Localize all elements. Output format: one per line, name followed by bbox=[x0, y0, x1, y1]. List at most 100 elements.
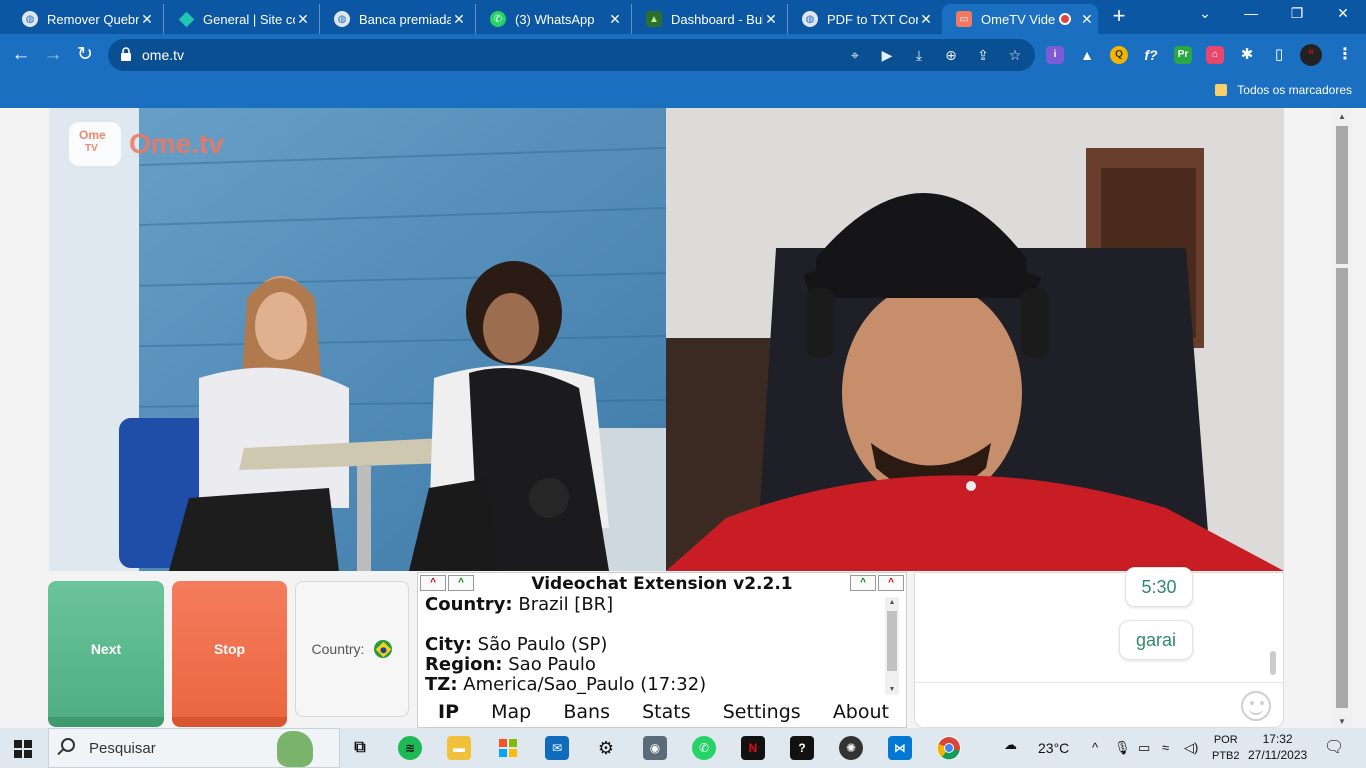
side-panel-icon[interactable]: ▯ bbox=[1270, 46, 1288, 64]
url-text[interactable]: ome.tv bbox=[142, 47, 184, 63]
battery-icon[interactable]: ▭ bbox=[1138, 740, 1150, 756]
restore-icon[interactable]: ❐ bbox=[1274, 5, 1320, 22]
whatsapp-icon[interactable]: ✆ bbox=[692, 736, 716, 760]
browser-tab[interactable]: ✆ (3) WhatsApp ✕ bbox=[476, 4, 632, 34]
browser-tab[interactable]: General | Site co ✕ bbox=[164, 4, 320, 34]
chat-input[interactable] bbox=[915, 682, 1283, 728]
scroll-down-icon[interactable]: ▼ bbox=[885, 686, 899, 693]
close-tab-icon[interactable]: ✕ bbox=[607, 11, 623, 28]
close-tab-icon[interactable]: ✕ bbox=[139, 11, 155, 28]
wifi-icon[interactable]: ≈ bbox=[1162, 740, 1169, 755]
folder-icon bbox=[1215, 84, 1228, 96]
close-tab-icon[interactable]: ✕ bbox=[451, 11, 467, 28]
extension-triangle-icon[interactable]: ▲ bbox=[1078, 46, 1096, 64]
browser-tab[interactable]: ◍ Remover Quebra ✕ bbox=[8, 4, 164, 34]
location-icon[interactable]: ⌖ bbox=[846, 46, 864, 64]
close-tab-icon[interactable]: ✕ bbox=[763, 11, 779, 28]
globe-icon: ◍ bbox=[22, 11, 38, 27]
zoom-icon[interactable]: ⊕ bbox=[942, 46, 960, 64]
microphone-icon[interactable]: 🎙 bbox=[1114, 740, 1131, 756]
windows-start-icon[interactable] bbox=[14, 740, 32, 758]
menu-icon[interactable]: ⋮ bbox=[1336, 46, 1354, 64]
browser-tab-active[interactable]: ▭ OmeTV Vide ✕ bbox=[942, 4, 1098, 34]
address-bar[interactable]: ome.tv ⌖ ▶ ⤓ ⊕ ⇪ ☆ bbox=[108, 39, 1035, 71]
extension-pr-icon[interactable]: Pr bbox=[1174, 46, 1192, 64]
minimize-icon[interactable]: — bbox=[1228, 5, 1274, 21]
language-indicator[interactable]: POR PTB2 bbox=[1212, 732, 1240, 764]
country-selector[interactable]: Country: bbox=[295, 581, 409, 717]
browser-toolbar: ← → ↻ ome.tv ⌖ ▶ ⤓ ⊕ ⇪ ☆ i ▲ Q f? Pr ⌂ ✱… bbox=[0, 34, 1366, 76]
chat-message: garai bbox=[1119, 620, 1193, 660]
scroll-up-icon[interactable]: ▲ bbox=[1332, 112, 1352, 121]
scroll-up-icon[interactable]: ▲ bbox=[885, 599, 899, 606]
volume-icon[interactable]: ◁) bbox=[1184, 740, 1198, 756]
ometv-icon: ▭ bbox=[956, 11, 972, 27]
browser-tab[interactable]: ◍ PDF to TXT Conv ✕ bbox=[788, 4, 942, 34]
vscode-icon[interactable]: ⋈ bbox=[888, 736, 912, 760]
new-tab-button[interactable]: + bbox=[1108, 5, 1130, 28]
chrome-icon[interactable] bbox=[937, 736, 961, 760]
info-line-city: City: São Paulo (SP) bbox=[425, 634, 608, 655]
close-tab-icon[interactable]: ✕ bbox=[1081, 11, 1093, 28]
profile-avatar[interactable]: N bbox=[1300, 44, 1322, 66]
file-explorer-icon[interactable]: ▬ bbox=[447, 736, 471, 760]
extensions-puzzle-icon[interactable]: ✱ bbox=[1238, 46, 1256, 64]
scroll-down-icon[interactable]: ▼ bbox=[1332, 717, 1352, 726]
extension-scrollbar[interactable]: ▲ ▼ bbox=[885, 597, 899, 695]
extension-formula-icon[interactable]: f? bbox=[1142, 46, 1160, 64]
show-hidden-icons-icon[interactable]: ^ bbox=[1092, 740, 1098, 755]
bookmarks-folder[interactable]: Todos os marcadores bbox=[1215, 83, 1352, 97]
spotify-icon[interactable]: ≋ bbox=[398, 736, 422, 760]
videochat-extension-panel: ^ ^ Videochat Extension v2.2.1 ^ ^ Count… bbox=[417, 572, 907, 728]
install-icon[interactable]: ⤓ bbox=[910, 46, 928, 64]
emoji-icon[interactable] bbox=[1241, 691, 1271, 721]
expand-up-red-button[interactable]: ^ bbox=[878, 575, 904, 591]
share-icon[interactable]: ⇪ bbox=[974, 46, 992, 64]
clock[interactable]: 17:32 27/11/2023 bbox=[1248, 731, 1307, 763]
camera-app-icon[interactable]: ◉ bbox=[643, 736, 667, 760]
country-label: Country: bbox=[311, 641, 365, 657]
tab-bans[interactable]: Bans bbox=[563, 701, 610, 727]
next-button[interactable]: Next bbox=[48, 581, 164, 727]
extension-pink-icon[interactable]: ⌂ bbox=[1206, 46, 1224, 64]
close-window-icon[interactable]: ✕ bbox=[1320, 5, 1366, 22]
globe-icon: ◍ bbox=[802, 11, 818, 27]
weather-temp[interactable]: 23°C bbox=[1038, 740, 1069, 756]
tab-about[interactable]: About bbox=[833, 701, 889, 727]
page-scrollbar[interactable]: ▲ ▼ bbox=[1332, 108, 1352, 728]
scroll-thumb[interactable] bbox=[1336, 126, 1348, 264]
self-video-scene bbox=[666, 108, 1284, 571]
bookmark-star-icon[interactable]: ☆ bbox=[1006, 46, 1024, 64]
tab-stats[interactable]: Stats bbox=[642, 701, 691, 727]
scroll-thumb[interactable] bbox=[887, 611, 897, 671]
browser-tab[interactable]: ◍ Banca premiada ✕ bbox=[320, 4, 476, 34]
forward-icon[interactable]: → bbox=[40, 42, 66, 68]
tab-map[interactable]: Map bbox=[491, 701, 531, 727]
browser-tab[interactable]: ▲ Dashboard - Bul ✕ bbox=[632, 4, 788, 34]
netflix-icon[interactable]: N bbox=[741, 736, 765, 760]
tab-search-icon[interactable]: ⌄ bbox=[1182, 5, 1228, 22]
back-icon[interactable]: ← bbox=[8, 42, 34, 68]
close-tab-icon[interactable]: ✕ bbox=[918, 11, 934, 28]
mail-icon[interactable]: ✉ bbox=[545, 736, 569, 760]
weather-icon[interactable]: ☁ bbox=[1004, 737, 1017, 753]
chat-scrollbar[interactable] bbox=[1270, 651, 1276, 675]
tab-strip: ◍ Remover Quebra ✕ General | Site co ✕ ◍… bbox=[0, 0, 1366, 34]
extension-icon[interactable]: i bbox=[1046, 46, 1064, 64]
extension-coin-icon[interactable]: Q bbox=[1110, 46, 1128, 64]
task-view-icon[interactable]: ⧉ bbox=[348, 736, 372, 760]
stop-button[interactable]: Stop bbox=[172, 581, 287, 727]
chat-message: 5:30 bbox=[1125, 567, 1193, 607]
terminal-app-icon[interactable]: ? bbox=[790, 736, 814, 760]
settings-gear-icon[interactable]: ⚙ bbox=[594, 736, 618, 760]
chatgpt-icon[interactable]: ✺ bbox=[839, 736, 863, 760]
notifications-icon[interactable]: 🗨 bbox=[1324, 737, 1344, 757]
tab-settings[interactable]: Settings bbox=[723, 701, 801, 727]
tab-ip[interactable]: IP bbox=[438, 701, 459, 727]
store-icon[interactable] bbox=[496, 736, 520, 760]
reload-icon[interactable]: ↻ bbox=[72, 42, 98, 68]
close-tab-icon[interactable]: ✕ bbox=[295, 11, 311, 28]
camera-icon[interactable]: ▶ bbox=[878, 46, 896, 64]
expand-up-green-button[interactable]: ^ bbox=[850, 575, 876, 591]
taskbar-search[interactable]: Pesquisar bbox=[48, 728, 340, 768]
